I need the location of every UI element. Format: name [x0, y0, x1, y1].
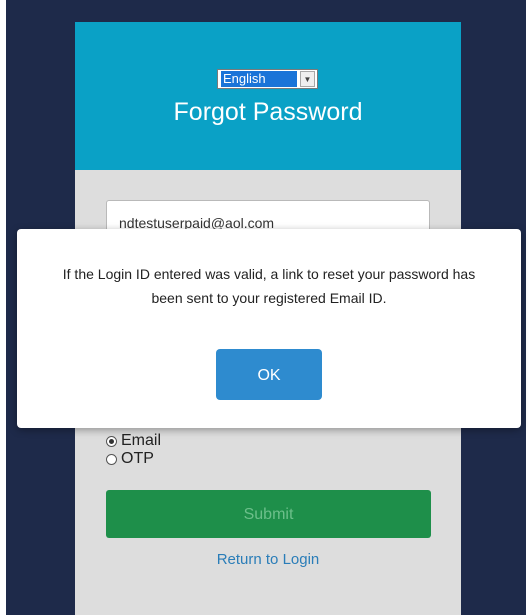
language-selected-value: English [221, 71, 297, 87]
chevron-down-icon[interactable]: ▼ [300, 71, 315, 87]
return-to-login-link[interactable]: Return to Login [75, 550, 461, 570]
language-select[interactable]: English ▼ [217, 69, 318, 89]
submit-button[interactable]: Submit [106, 490, 431, 538]
page-title: Forgot Password [173, 98, 363, 126]
radio-email-label: Email [121, 432, 162, 449]
ok-button[interactable]: OK [216, 349, 322, 400]
confirmation-dialog: If the Login ID entered was valid, a lin… [17, 229, 521, 428]
radio-checked-icon[interactable] [106, 435, 117, 447]
radio-option-otp[interactable]: OTP [106, 450, 154, 468]
dialog-message: If the Login ID entered was valid, a lin… [62, 266, 476, 306]
card-header: English ▼ Forgot Password [75, 22, 461, 170]
radio-otp-label: OTP [121, 450, 154, 467]
radio-unchecked-icon[interactable] [106, 453, 117, 465]
radio-option-email[interactable]: Email [106, 432, 161, 450]
